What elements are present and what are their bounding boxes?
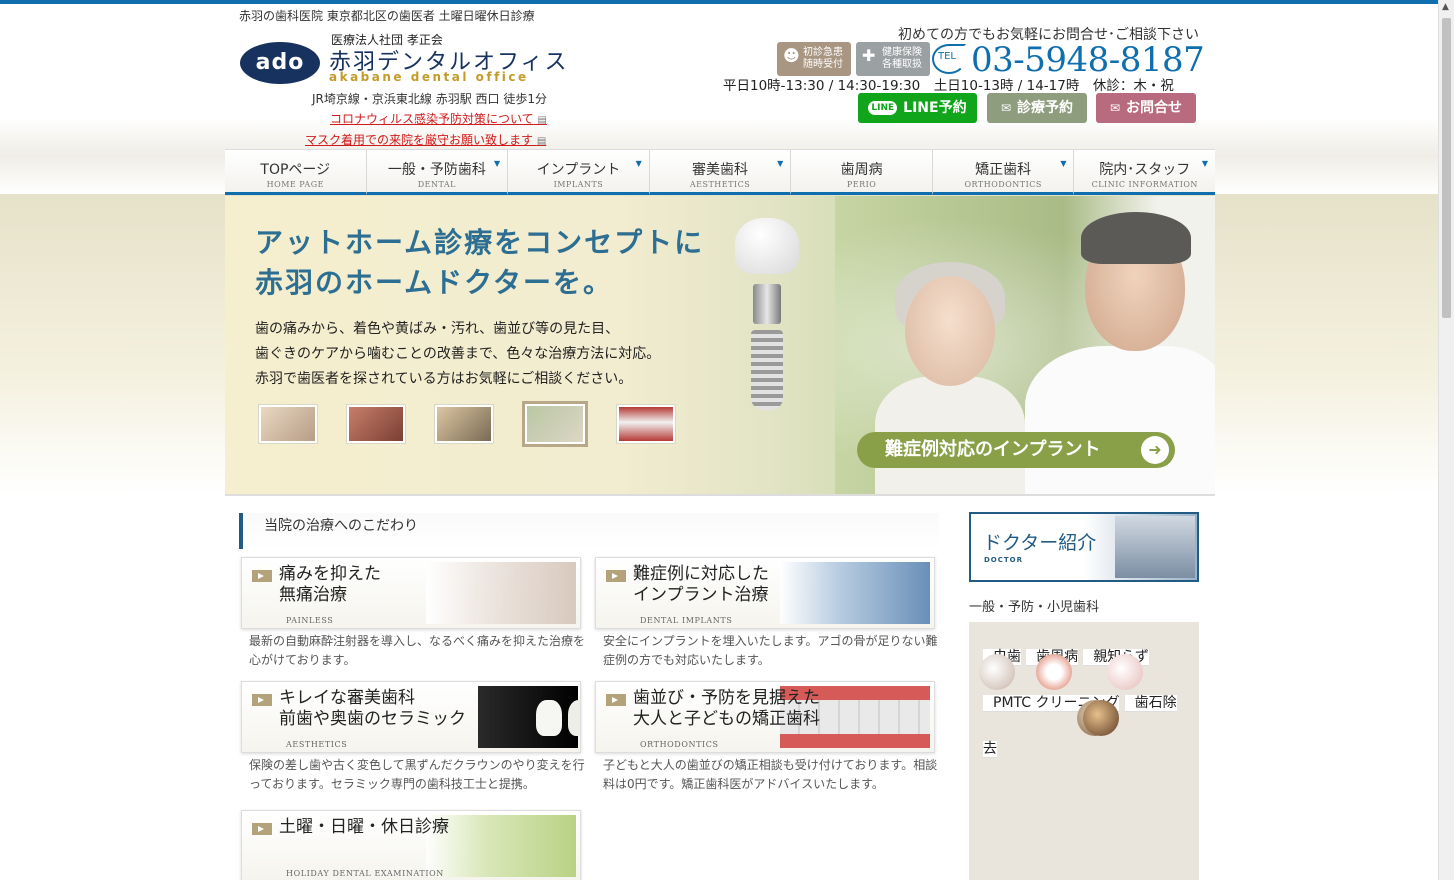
slider-thumb-3[interactable]: [434, 404, 494, 444]
site-tagline: 赤羽の歯科医院 東京都北区の歯医者 土曜日曜休日診療: [239, 9, 535, 23]
nav-item-implants[interactable]: インプラント IMPLANTS ▼: [508, 150, 650, 195]
ceramic-teeth-photo: [478, 686, 580, 748]
painless-description: 最新の自動麻酔注射器を導入し、なるべく痛みを抑えた治療を心がけております。: [249, 634, 586, 667]
implant-screw: [751, 330, 783, 410]
page-scrollbar[interactable]: ▲: [1438, 0, 1454, 880]
scroll-thumb[interactable]: [1442, 18, 1451, 318]
line-reservation-button[interactable]: LINE LINE予約: [858, 93, 977, 123]
plus-icon: ✚: [862, 46, 876, 65]
scaling-icon: [1082, 700, 1119, 736]
treatment-card-orthodontics[interactable]: 歯並び・予防を見据えた 大人と子どもの矯正歯科 ORTHODONTICS: [595, 681, 935, 753]
man-body: [1025, 346, 1215, 494]
slider-thumb-1[interactable]: [258, 404, 318, 444]
dropdown-arrow-icon: ▼: [1060, 159, 1067, 168]
tooth-icon: [979, 654, 1015, 690]
implant-illustration: [733, 218, 803, 418]
woman-face: [905, 276, 995, 386]
doctors-group-photo: [1115, 516, 1195, 578]
sidebar-menu: 虫歯 歯周病 親知らず PMTC クリーニング 歯石除去: [969, 622, 1199, 880]
nav-item-aesthetics[interactable]: 審美歯科 AESTHETICS ▼: [649, 150, 792, 195]
painless-photo: [426, 562, 576, 624]
implant-crown: [735, 218, 799, 274]
hero-description: 歯の痛みから、着色や黄ばみ・汚れ、歯並び等の見た目、 歯ぐきのケアから噛むことの…: [255, 321, 661, 387]
dropdown-arrow-icon: ▼: [777, 159, 784, 168]
sidebar-item-periodontal[interactable]: 歯周病: [1026, 649, 1079, 690]
person-icon: ☻: [783, 46, 800, 65]
man-hair: [1081, 212, 1191, 264]
bullet-arrow-icon: [252, 570, 272, 582]
dropdown-arrow-icon: ▼: [494, 159, 501, 168]
scroll-up-arrow-icon[interactable]: ▲: [1442, 2, 1449, 12]
slider-thumbnails: [258, 401, 676, 447]
implant-surgery-photo: [780, 562, 930, 624]
slider-thumb-5[interactable]: [616, 404, 676, 444]
implant-cta-button[interactable]: 難症例対応のインプラント ➜: [857, 432, 1175, 468]
main-navigation: TOPページ HOME PAGE 一般・予防歯科 DENTAL ▼ インプラント IMP…: [225, 149, 1216, 195]
inquiry-button[interactable]: ✉ お問合せ: [1096, 93, 1196, 123]
nav-item-general[interactable]: 一般・予防歯科 DENTAL ▼: [366, 150, 509, 195]
clinic-logo[interactable]: ado: [240, 42, 320, 84]
treatment-card-implants[interactable]: 難症例に対応した インプラント治療 DENTAL IMPLANTS: [595, 557, 935, 629]
sidebar-item-wisdom-tooth[interactable]: 親知らず: [1083, 649, 1149, 690]
implant-description: 安全にインプラントを埋入いたします。アゴの骨が足りない難症例の方でも対応いたしま…: [603, 634, 938, 667]
bullet-arrow-icon: [606, 570, 626, 582]
hero-title: アットホーム診療をコンセプトに 赤羽のホームドクターを。: [255, 226, 705, 299]
dropdown-arrow-icon: ▼: [635, 159, 642, 168]
nav-item-perio[interactable]: 歯周病 PERIO: [791, 150, 933, 195]
nav-item-orthodontics[interactable]: 矯正歯科 ORTHODONTICS ▼: [932, 150, 1075, 195]
treatment-card-aesthetics[interactable]: キレイな審美歯科 前歯や奥歯のセラミック AESTHETICS: [241, 681, 581, 753]
document-icon: ▤: [536, 136, 547, 147]
access-info: JR埼京線・京浜東北線 赤羽駅 西口 徒歩1分: [312, 92, 547, 106]
logo-text: ado: [255, 50, 305, 75]
wisdom-tooth-icon: [1106, 654, 1143, 690]
sidebar-section-title: 一般・予防・小児歯科: [969, 600, 1100, 615]
bullet-arrow-icon: [252, 694, 272, 706]
insurance-badge: ✚ 健康保険 各種取扱: [856, 42, 930, 76]
mail-icon: ✉: [1000, 101, 1012, 115]
dropdown-arrow-icon: ▼: [1201, 159, 1209, 168]
treatment-card-holiday[interactable]: 土曜・日曜・休日診療 HOLIDAY DENTAL EXAMINATION: [241, 810, 581, 880]
arrow-right-icon: ➜: [1141, 436, 1169, 464]
mail-icon: ✉: [1109, 101, 1121, 115]
business-hours: 平日10時-13:30 / 14:30-19:30 土日10-13時 / 14-…: [723, 78, 1174, 94]
doctor-intro-banner[interactable]: ドクター紹介 DOCTOR: [969, 512, 1199, 582]
covid-notice-link[interactable]: コロナウィルス感染予防対策について ▤: [330, 110, 547, 127]
bullet-arrow-icon: [252, 823, 272, 835]
slider-thumb-2[interactable]: [346, 404, 406, 444]
mask-notice-link[interactable]: マスク着用での来院を厳守お願い致します ▤: [305, 131, 546, 148]
sidebar-item-cavity[interactable]: 虫歯: [979, 649, 1021, 690]
gum-icon: [1036, 654, 1073, 690]
nav-item-clinic-info[interactable]: 院内･スタッフ CLINIC INFORMATION ▼: [1074, 150, 1216, 195]
hero-slider: アットホーム診療をコンセプトに 赤羽のホームドクターを。 歯の痛みから、着色や黄ば…: [225, 196, 1215, 496]
aesthetics-description: 保険の差し歯や古く変色して黒ずんだクラウンのやり変えを行っております。セラミック…: [249, 758, 585, 791]
clinic-name-en: akabane dental office: [329, 70, 529, 84]
document-icon: ▤: [537, 115, 547, 126]
treatment-card-painless[interactable]: 痛みを抑えた 無痛治療 PAINLESS: [241, 557, 581, 629]
section-title: 当院の治療へのこだわり: [239, 513, 939, 549]
reservation-button[interactable]: ✉ 診療予約: [987, 93, 1087, 123]
bullet-arrow-icon: [606, 694, 626, 706]
implant-abutment: [753, 284, 781, 324]
nav-item-top[interactable]: TOPページ HOME PAGE: [225, 150, 367, 195]
slider-thumb-4[interactable]: [522, 401, 588, 447]
emergency-badge: ☻ 初診急患 随時受付: [777, 42, 851, 76]
tel-label: TEL: [938, 51, 956, 62]
line-icon: LINE: [868, 101, 898, 115]
orthodontics-description: 子どもと大人の歯並びの矯正相談も受け付けております。相談料は0円です。矯正歯科医…: [603, 758, 938, 791]
